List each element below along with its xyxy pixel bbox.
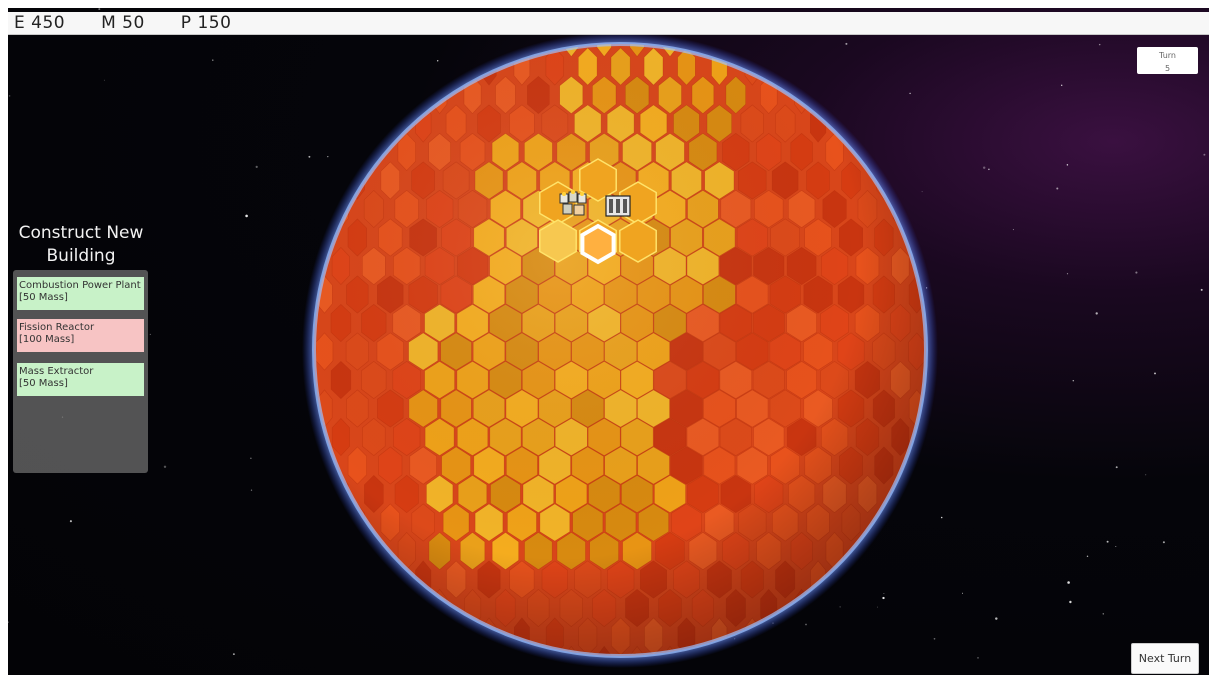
build-panel-title-line1: Construct New — [18, 223, 144, 243]
option-name: Fission Reactor — [19, 322, 95, 333]
game-viewport[interactable] — [8, 8, 1209, 675]
option-cost: [100 Mass] — [19, 334, 75, 345]
turn-indicator: Turn 5 — [1137, 47, 1198, 74]
build-combustion-power-plant-button[interactable]: Combustion Power Plant [50 Mass] — [17, 277, 144, 310]
build-panel-title-line2: Building — [46, 246, 116, 266]
build-panel-title: Construct New Building — [10, 222, 152, 268]
resource-bar: E 450 M 50 P 150 — [8, 12, 1209, 35]
option-name: Combustion Power Plant — [19, 280, 141, 291]
option-cost: [50 Mass] — [19, 378, 68, 389]
turn-number: 5 — [1164, 64, 1171, 73]
option-cost: [50 Mass] — [19, 292, 68, 303]
turn-label: Turn — [1159, 51, 1176, 60]
next-turn-button[interactable]: Next Turn — [1131, 643, 1199, 674]
selected-tile[interactable] — [580, 223, 616, 265]
build-fission-reactor-button[interactable]: Fission Reactor [100 Mass] — [17, 319, 144, 352]
build-options-panel: Combustion Power Plant [50 Mass] Fission… — [13, 270, 148, 473]
energy-counter: E 450 — [14, 13, 66, 33]
factory-icon[interactable] — [605, 195, 631, 217]
power-counter: P 150 — [180, 13, 232, 33]
planet-globe[interactable] — [8, 8, 1209, 675]
mass-counter: M 50 — [101, 13, 145, 33]
build-mass-extractor-button[interactable]: Mass Extractor [50 Mass] — [17, 363, 144, 396]
option-name: Mass Extractor — [19, 366, 94, 377]
